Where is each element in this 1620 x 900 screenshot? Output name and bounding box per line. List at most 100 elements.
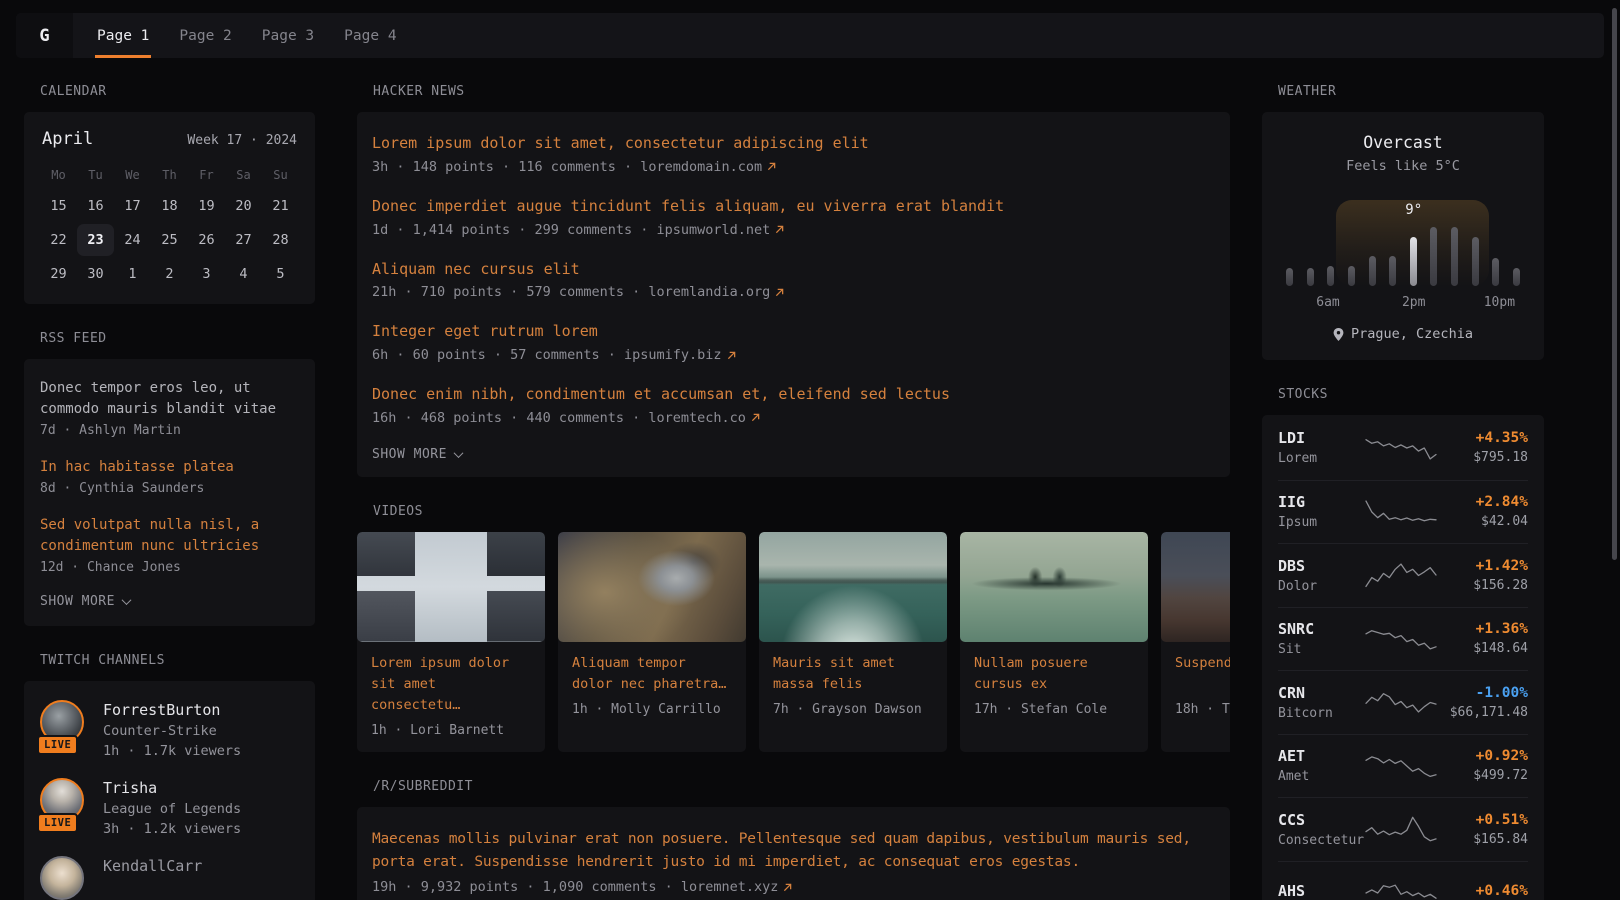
video-meta: 1h · Lori Barnett [371, 723, 531, 738]
twitch-channel-name[interactable]: ForrestBurton [103, 701, 241, 719]
page-tab[interactable]: Page 4 [342, 13, 398, 58]
video-card[interactable]: Suspendisse diam 18h · Tara [1161, 532, 1230, 752]
subreddit-item-meta-text: 19h · 9,932 points · 1,090 comments · lo… [372, 879, 778, 895]
video-card-body: Nullam posuere cursus ex 17h · Stefan Co… [960, 642, 1148, 731]
stock-values: +1.42% $156.28 [1437, 558, 1528, 593]
video-title-link[interactable]: Nullam posuere cursus ex [974, 653, 1134, 695]
page-tab[interactable]: Page 3 [260, 13, 316, 58]
page-tab-label: Page 3 [262, 28, 314, 44]
page-tab[interactable]: Page 1 [95, 13, 151, 58]
stock-sparkline [1365, 750, 1437, 782]
stock-name: Ipsum [1278, 515, 1365, 530]
twitch-channel-name[interactable]: Trisha [103, 779, 241, 797]
stock-info: IIG Ipsum [1278, 493, 1365, 530]
hackernews-item-link[interactable]: Lorem ipsum dolor sit amet, consectetur … [372, 133, 1215, 155]
stock-info: CRN Bitcorn [1278, 684, 1365, 721]
twitch-channel-row[interactable]: LIVE ForrestBurton Counter-Strike 1h · 1… [40, 700, 299, 761]
stock-row[interactable]: CRN Bitcorn -1.00% $66,171.48 [1278, 670, 1528, 734]
stock-change-percent: +0.51% [1437, 812, 1528, 828]
page-tab-label: Page 1 [97, 28, 149, 44]
stock-row[interactable]: LDI Lorem +4.35% $795.18 [1278, 416, 1528, 480]
weather-hour-bar [1451, 227, 1458, 286]
video-card[interactable]: Mauris sit amet massa felis 7h · Grayson… [759, 532, 947, 752]
hackernews-item-meta-text: 21h · 710 points · 579 comments · loreml… [372, 284, 770, 300]
stock-price: $66,171.48 [1437, 705, 1528, 720]
twitch-channel-row[interactable]: KendallCarr [40, 856, 299, 900]
video-card[interactable]: Nullam posuere cursus ex 17h · Stefan Co… [960, 532, 1148, 752]
right-column: WEATHER Overcast Feels like 5°C [1262, 57, 1544, 900]
rss-item: Sed volutpat nulla nisl, a condimentum n… [40, 515, 299, 575]
weather-condition: Overcast [1278, 133, 1528, 152]
live-badge: LIVE [37, 735, 78, 755]
stock-values: +2.84% $42.04 [1437, 494, 1528, 529]
calendar-weekday: Sa [225, 162, 262, 188]
weather-time-labels: 6am 2pm 10pm [1284, 295, 1522, 312]
calendar-day: 5 [262, 258, 299, 290]
stock-row[interactable]: AHS +0.46% [1278, 861, 1528, 900]
twitch-channel-name[interactable]: KendallCarr [103, 857, 202, 875]
stock-row[interactable]: AET Amet +0.92% $499.72 [1278, 734, 1528, 798]
stock-row[interactable]: SNRC Sit +1.36% $148.64 [1278, 607, 1528, 671]
calendar-day: 27 [225, 224, 262, 256]
hackernews-item-link[interactable]: Donec imperdiet augue tincidunt felis al… [372, 196, 1215, 218]
video-thumbnail[interactable] [558, 532, 746, 642]
app-logo[interactable]: G [16, 13, 73, 58]
calendar-widget: April Week 17 · 2024 MoTuWeThFrSaSu 15 1… [24, 112, 315, 304]
hackernews-item-link[interactable]: Integer eget rutrum lorem [372, 321, 1215, 343]
video-thumbnail[interactable] [357, 532, 545, 642]
video-thumbnail[interactable] [759, 532, 947, 642]
page-scrollbar-thumb[interactable] [1612, 8, 1617, 560]
content-columns: CALENDAR April Week 17 · 2024 MoTuWeThFr… [24, 57, 1544, 900]
external-link-icon [783, 883, 792, 892]
weather-hour-bar [1472, 237, 1479, 286]
rss-item-link[interactable]: Donec tempor eros leo, ut commodo mauris… [40, 378, 299, 420]
subreddit-item-link[interactable]: Maecenas mollis pulvinar erat non posuer… [372, 828, 1215, 876]
twitch-channel-row[interactable]: LIVE Trisha League of Legends 3h · 1.2k … [40, 778, 299, 839]
rss-item-link[interactable]: Sed volutpat nulla nisl, a condimentum n… [40, 515, 299, 557]
video-title-link[interactable]: Aliquam tempor dolor nec pharetra… [572, 653, 732, 695]
twitch-avatar-wrap [40, 856, 88, 900]
calendar-day: 18 [151, 190, 188, 222]
video-title-link[interactable]: Lorem ipsum dolor sit amet consectetu… [371, 653, 531, 716]
page-tab[interactable]: Page 2 [177, 13, 233, 58]
page-tabs: Page 1 Page 2 Page 3 Page 4 [95, 13, 399, 58]
rss-item-link[interactable]: In hac habitasse platea [40, 457, 299, 478]
chevron-down-icon [122, 595, 132, 605]
subreddit-section-title: /R/SUBREDDIT [373, 779, 1230, 794]
stock-name: Bitcorn [1278, 706, 1365, 721]
video-title-link[interactable]: Suspendisse diam [1175, 653, 1230, 695]
subreddit-list: Maecenas mollis pulvinar erat non posuer… [372, 828, 1215, 896]
video-title-link[interactable]: Mauris sit amet massa felis [773, 653, 933, 695]
hackernews-item-meta: 6h · 60 points · 57 comments · ipsumify.… [372, 347, 1215, 363]
stock-price: $499.72 [1437, 768, 1528, 783]
rss-show-more-button[interactable]: SHOW MORE [40, 594, 299, 609]
twitch-channel-category: Counter-Strike [103, 722, 241, 742]
stock-sparkline [1365, 686, 1437, 718]
stock-symbol: LDI [1278, 429, 1365, 447]
stock-name: Sit [1278, 642, 1365, 657]
calendar-month: April [42, 129, 93, 149]
twitch-channel-info: KendallCarr [103, 856, 202, 900]
hackernews-show-more-button[interactable]: SHOW MORE [372, 447, 1215, 462]
video-meta: 7h · Grayson Dawson [773, 702, 933, 717]
video-card[interactable]: Aliquam tempor dolor nec pharetra… 1h · … [558, 532, 746, 752]
videos-section-title: VIDEOS [373, 504, 1230, 519]
hackernews-item: Lorem ipsum dolor sit amet, consectetur … [372, 133, 1215, 175]
video-card-body: Mauris sit amet massa felis 7h · Grayson… [759, 642, 947, 731]
stock-row[interactable]: CCS Consectetur +0.51% $165.84 [1278, 797, 1528, 861]
calendar-weekday: Su [262, 162, 299, 188]
video-thumbnail[interactable] [960, 532, 1148, 642]
external-link-icon [727, 351, 736, 360]
video-card[interactable]: Lorem ipsum dolor sit amet consectetu… 1… [357, 532, 545, 752]
weather-section-title: WEATHER [1278, 84, 1544, 99]
stock-row[interactable]: IIG Ipsum +2.84% $42.04 [1278, 480, 1528, 544]
video-thumbnail[interactable] [1161, 532, 1230, 642]
hackernews-item-link[interactable]: Donec enim nibh, condimentum et accumsan… [372, 384, 1215, 406]
weather-hour-bar [1348, 266, 1355, 286]
hackernews-item: Aliquam nec cursus elit 21h · 710 points… [372, 259, 1215, 301]
stock-row[interactable]: DBS Dolor +1.42% $156.28 [1278, 543, 1528, 607]
calendar-day: 24 [114, 224, 151, 256]
twitch-section-title: TWITCH CHANNELS [40, 653, 315, 668]
rss-list: Donec tempor eros leo, ut commodo mauris… [40, 378, 299, 575]
hackernews-item-link[interactable]: Aliquam nec cursus elit [372, 259, 1215, 281]
